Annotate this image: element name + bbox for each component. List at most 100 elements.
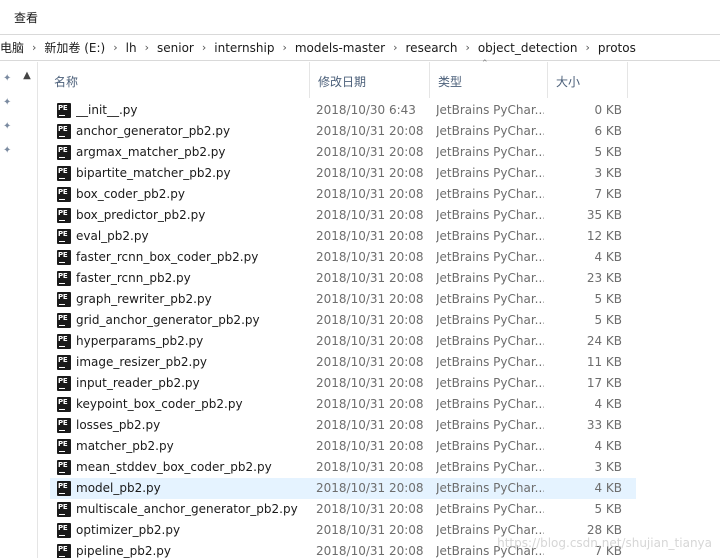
pin-icon[interactable]: ✦ — [3, 98, 13, 108]
breadcrumb-item[interactable]: lh — [120, 41, 143, 55]
file-name: input_reader_pb2.py — [76, 376, 200, 390]
file-row[interactable]: PE bipartite_matcher_pb2.py 2018/10/31 20:… — [50, 163, 636, 184]
file-date: 2018/10/31 20:08 — [316, 187, 424, 201]
file-type: JetBrains PyChar... — [436, 124, 544, 138]
file-date: 2018/10/31 20:08 — [316, 229, 424, 243]
file-row[interactable]: PE hyperparams_pb2.py 2018/10/31 20:08 JetB… — [50, 331, 636, 352]
breadcrumb-item[interactable]: research — [400, 41, 464, 55]
file-name: faster_rcnn_box_coder_pb2.py — [76, 250, 259, 264]
file-size: 4 KB — [594, 397, 622, 411]
file-icon-label: PE — [58, 167, 68, 175]
file-icon-label: PE — [58, 335, 68, 343]
file-icon-label: PE — [58, 377, 68, 385]
file-row[interactable]: PE faster_rcnn_box_coder_pb2.py 2018/10/31… — [50, 247, 636, 268]
file-row[interactable]: PE grid_anchor_generator_pb2.py 2018/10/31… — [50, 310, 636, 331]
breadcrumb-item[interactable]: internship — [208, 41, 280, 55]
breadcrumb-item[interactable]: 新加卷 (E:) — [38, 39, 111, 56]
chevron-right-icon[interactable]: › — [111, 41, 119, 54]
file-date: 2018/10/31 20:08 — [316, 334, 424, 348]
file-row[interactable]: PE box_predictor_pb2.py 2018/10/31 20:08 Je… — [50, 205, 636, 226]
chevron-right-icon[interactable]: › — [280, 41, 288, 54]
file-row[interactable]: PE graph_rewriter_pb2.py 2018/10/31 20:08 J… — [50, 289, 636, 310]
file-date: 2018/10/31 20:08 — [316, 271, 424, 285]
chevron-up-icon[interactable]: ▲ — [21, 70, 33, 82]
pin-icon[interactable]: ✦ — [3, 146, 13, 156]
file-type: JetBrains PyChar... — [436, 208, 544, 222]
breadcrumb-item[interactable]: protos — [592, 41, 642, 55]
chevron-right-icon[interactable]: › — [143, 41, 151, 54]
python-file-icon: PE — [57, 544, 71, 558]
file-type: JetBrains PyChar... — [436, 166, 544, 180]
file-size: 17 KB — [586, 376, 622, 390]
pin-icon[interactable]: ✦ — [3, 122, 13, 132]
file-type: JetBrains PyChar... — [436, 334, 544, 348]
file-icon-label: PE — [58, 503, 68, 511]
file-row[interactable]: PE losses_pb2.py 2018/10/31 20:08 JetBrains… — [50, 415, 636, 436]
chevron-right-icon[interactable]: › — [200, 41, 208, 54]
file-size: 11 KB — [586, 355, 622, 369]
file-date: 2018/10/31 20:08 — [316, 418, 424, 432]
file-row[interactable]: PE box_coder_pb2.py 2018/10/31 20:08 JetBra… — [50, 184, 636, 205]
file-date: 2018/10/31 20:08 — [316, 292, 424, 306]
file-type: JetBrains PyChar... — [436, 481, 544, 495]
file-size: 3 KB — [594, 460, 622, 474]
file-date: 2018/10/31 20:08 — [316, 481, 424, 495]
file-date: 2018/10/31 20:08 — [316, 355, 424, 369]
chevron-right-icon[interactable]: › — [463, 41, 471, 54]
file-type: JetBrains PyChar... — [436, 439, 544, 453]
file-name: optimizer_pb2.py — [76, 523, 181, 537]
menu-view[interactable]: 查看 — [14, 9, 38, 26]
file-row[interactable]: PE mean_stddev_box_coder_pb2.py 2018/10/31… — [50, 457, 636, 478]
file-row[interactable]: PE input_reader_pb2.py 2018/10/31 20:08 Jet… — [50, 373, 636, 394]
breadcrumb-item[interactable]: senior — [151, 41, 200, 55]
chevron-right-icon[interactable]: › — [584, 41, 592, 54]
file-row[interactable]: PE eval_pb2.py 2018/10/31 20:08 JetBrains P… — [50, 226, 636, 247]
chevron-right-icon[interactable]: › — [30, 41, 38, 54]
python-file-icon: PE — [57, 208, 71, 223]
file-icon-label: PE — [58, 146, 68, 154]
python-file-icon: PE — [57, 292, 71, 307]
file-row[interactable]: PE keypoint_box_coder_pb2.py 2018/10/31 20… — [50, 394, 636, 415]
file-icon-label: PE — [58, 356, 68, 364]
file-name: mean_stddev_box_coder_pb2.py — [76, 460, 272, 474]
file-size: 3 KB — [594, 166, 622, 180]
file-date: 2018/10/31 20:08 — [316, 124, 424, 138]
python-file-icon: PE — [57, 187, 71, 202]
breadcrumb-item[interactable]: object_detection — [472, 41, 584, 55]
file-size: 35 KB — [586, 208, 622, 222]
chevron-right-icon[interactable]: › — [391, 41, 399, 54]
file-name: matcher_pb2.py — [76, 439, 174, 453]
column-header-name[interactable]: 名称 — [46, 62, 310, 98]
column-header-size[interactable]: 大小 — [548, 62, 628, 98]
column-header-type[interactable]: 类型 — [430, 62, 548, 98]
file-type: JetBrains PyChar... — [436, 187, 544, 201]
file-type: JetBrains PyChar... — [436, 250, 544, 264]
file-row[interactable]: PE image_resizer_pb2.py 2018/10/31 20:08 Je… — [50, 352, 636, 373]
file-date: 2018/10/31 20:08 — [316, 145, 424, 159]
file-date: 2018/10/31 20:08 — [316, 376, 424, 390]
file-date: 2018/10/30 6:43 — [316, 103, 416, 117]
breadcrumb-item[interactable]: 电脑 — [0, 39, 30, 56]
file-row[interactable]: PE multiscale_anchor_generator_pb2.py 2018… — [50, 499, 636, 520]
file-row[interactable]: PE anchor_generator_pb2.py 2018/10/31 20:0… — [50, 121, 636, 142]
python-file-icon: PE — [57, 355, 71, 370]
file-row[interactable]: PE matcher_pb2.py 2018/10/31 20:08 JetBrain… — [50, 436, 636, 457]
file-row[interactable]: PE model_pb2.py 2018/10/31 20:08 JetBrains … — [50, 478, 636, 499]
python-file-icon: PE — [57, 166, 71, 181]
file-row[interactable]: PE faster_rcnn_pb2.py 2018/10/31 20:08 JetB… — [50, 268, 636, 289]
address-bar[interactable]: 电脑 › 新加卷 (E:) › lh › senior › internship › models-… — [0, 34, 720, 61]
column-header-date[interactable]: 修改日期 — [310, 62, 430, 98]
file-row[interactable]: PE __init__.py 2018/10/30 6:43 JetBrains Py… — [50, 100, 636, 121]
file-icon-label: PE — [58, 188, 68, 196]
file-row[interactable]: PE argmax_matcher_pb2.py 2018/10/31 20:08 J… — [50, 142, 636, 163]
breadcrumb-item[interactable]: models-master — [289, 41, 391, 55]
file-type: JetBrains PyChar... — [436, 397, 544, 411]
file-name: image_resizer_pb2.py — [76, 355, 208, 369]
file-type: JetBrains PyChar... — [436, 355, 544, 369]
file-size: 6 KB — [594, 124, 622, 138]
python-file-icon: PE — [57, 502, 71, 517]
file-icon-label: PE — [58, 251, 68, 259]
pin-icon[interactable]: ✦ — [3, 74, 13, 84]
file-icon-label: PE — [58, 545, 68, 553]
file-date: 2018/10/31 20:08 — [316, 250, 424, 264]
